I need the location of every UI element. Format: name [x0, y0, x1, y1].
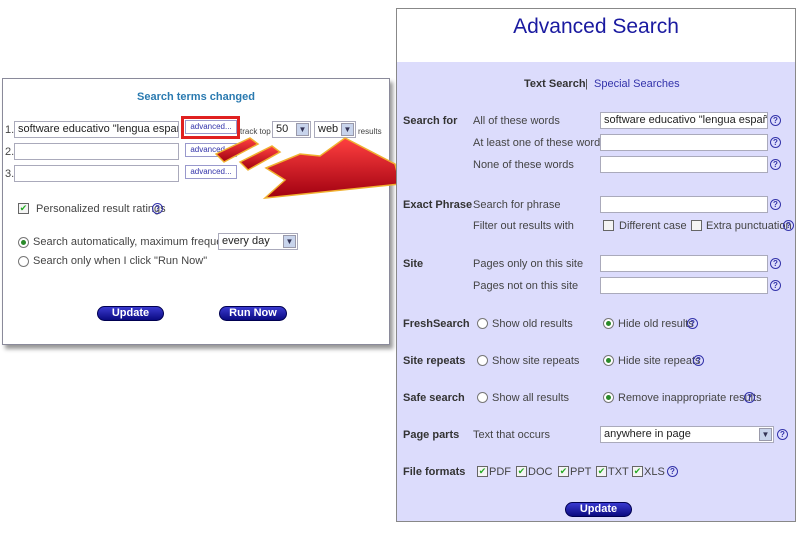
hide-repeats-label: Hide site repeats	[618, 355, 701, 367]
any-words-label: At least one of these words	[473, 137, 606, 149]
help-icon[interactable]: ?	[744, 392, 755, 403]
section-search-for: Search for	[403, 115, 458, 127]
ppt-checkbox[interactable]: ✔	[558, 466, 569, 477]
help-icon[interactable]: ?	[770, 280, 781, 291]
help-icon[interactable]: ?	[667, 466, 678, 477]
site-not-input[interactable]	[600, 277, 768, 294]
red-arrow-graphic	[214, 137, 400, 199]
update-button[interactable]: Update	[97, 306, 164, 321]
text-occurs-label: Text that occurs	[473, 429, 551, 441]
advanced-update-button[interactable]: Update	[565, 502, 632, 517]
none-words-input[interactable]	[600, 156, 768, 173]
section-safe-search: Safe search	[403, 392, 465, 404]
remove-inappropriate-radio[interactable]	[603, 392, 614, 403]
any-words-input[interactable]	[600, 134, 768, 151]
panel-title: Search terms changed	[137, 91, 255, 103]
ppt-label: PPT	[570, 466, 592, 478]
page-parts-select[interactable]: anywhere in page ▼	[600, 426, 774, 443]
pdf-label: PDF	[489, 466, 511, 478]
query-input-2[interactable]	[14, 143, 179, 160]
help-icon[interactable]: ?	[777, 429, 788, 440]
help-icon[interactable]: ?	[770, 115, 781, 126]
help-icon[interactable]: ?	[783, 220, 794, 231]
section-site: Site	[403, 258, 424, 270]
show-all-radio[interactable]	[477, 392, 488, 403]
show-old-label: Show old results	[492, 318, 573, 330]
txt-checkbox[interactable]: ✔	[596, 466, 607, 477]
help-icon[interactable]: ?	[770, 159, 781, 170]
show-repeats-label: Show site repeats	[492, 355, 580, 367]
help-icon[interactable]: ?	[770, 199, 781, 210]
all-words-input[interactable]: software educativo "lengua española"	[600, 112, 768, 129]
doc-checkbox[interactable]: ✔	[516, 466, 527, 477]
run-now-button[interactable]: Run Now	[219, 306, 287, 321]
arrow-head	[262, 137, 400, 199]
phrase-input[interactable]	[600, 196, 768, 213]
help-icon[interactable]: ?	[152, 203, 163, 214]
section-file-formats: File formats	[403, 466, 466, 478]
query-input-3[interactable]	[14, 165, 179, 182]
show-all-label: Show all results	[492, 392, 570, 404]
pdf-checkbox[interactable]: ✔	[477, 466, 488, 477]
chevron-down-icon: ▼	[283, 235, 296, 248]
tab-separator: |	[585, 78, 588, 90]
hide-old-radio[interactable]	[603, 318, 614, 329]
section-page-parts: Page parts	[403, 429, 460, 441]
site-only-label: Pages only on this site	[473, 258, 584, 270]
show-repeats-radio[interactable]	[477, 355, 488, 366]
tab-text-search[interactable]: Text Search	[524, 78, 586, 90]
none-words-label: None of these words	[473, 159, 574, 171]
row-number: 3.	[5, 168, 15, 180]
remove-inappropriate-label: Remove inappropriate results	[618, 392, 762, 404]
query-input-1[interactable]: software educativo "lengua española"	[14, 121, 179, 138]
show-old-radio[interactable]	[477, 318, 488, 329]
manual-search-radio[interactable]	[18, 256, 29, 267]
row-number: 2.	[5, 146, 15, 158]
help-icon[interactable]: ?	[693, 355, 704, 366]
xls-checkbox[interactable]: ✔	[632, 466, 643, 477]
auto-search-radio[interactable]	[18, 237, 29, 248]
personalized-label: Personalized result ratings	[36, 203, 166, 215]
xls-label: XLS	[644, 466, 665, 478]
frequency-value: every day	[222, 235, 270, 247]
page-parts-value: anywhere in page	[604, 428, 691, 440]
help-icon[interactable]: ?	[687, 318, 698, 329]
filter-label: Filter out results with	[473, 220, 574, 232]
phrase-label: Search for phrase	[473, 199, 561, 211]
page-title: Advanced Search	[513, 15, 679, 38]
hide-old-label: Hide old results	[618, 318, 694, 330]
frequency-select[interactable]: every day ▼	[218, 233, 298, 250]
tab-special-searches[interactable]: Special Searches	[594, 78, 680, 90]
personalized-checkbox[interactable]: ✔	[18, 203, 29, 214]
hide-repeats-radio[interactable]	[603, 355, 614, 366]
extra-punctuation-label: Extra punctuation	[706, 220, 792, 232]
different-case-checkbox[interactable]	[603, 220, 614, 231]
different-case-label: Different case	[619, 220, 687, 232]
help-icon[interactable]: ?	[770, 258, 781, 269]
manual-search-label: Search only when I click "Run Now"	[33, 255, 208, 267]
doc-label: DOC	[528, 466, 553, 478]
help-icon[interactable]: ?	[770, 137, 781, 148]
advanced-search-panel: Advanced Search Text Search | Special Se…	[396, 8, 796, 522]
section-exact-phrase: Exact Phrase	[403, 199, 473, 211]
site-only-input[interactable]	[600, 255, 768, 272]
auto-search-label: Search automatically, maximum frequency	[33, 236, 240, 248]
section-site-repeats: Site repeats	[403, 355, 466, 367]
chevron-down-icon: ▼	[759, 428, 772, 441]
site-not-label: Pages not on this site	[473, 280, 579, 292]
section-freshsearch: FreshSearch	[403, 318, 470, 330]
extra-punctuation-checkbox[interactable]	[691, 220, 702, 231]
row-number: 1.	[5, 124, 15, 136]
txt-label: TXT	[608, 466, 629, 478]
all-words-label: All of these words	[473, 115, 560, 127]
saved-search-panel: Search terms changed 1. software educati…	[2, 78, 390, 345]
